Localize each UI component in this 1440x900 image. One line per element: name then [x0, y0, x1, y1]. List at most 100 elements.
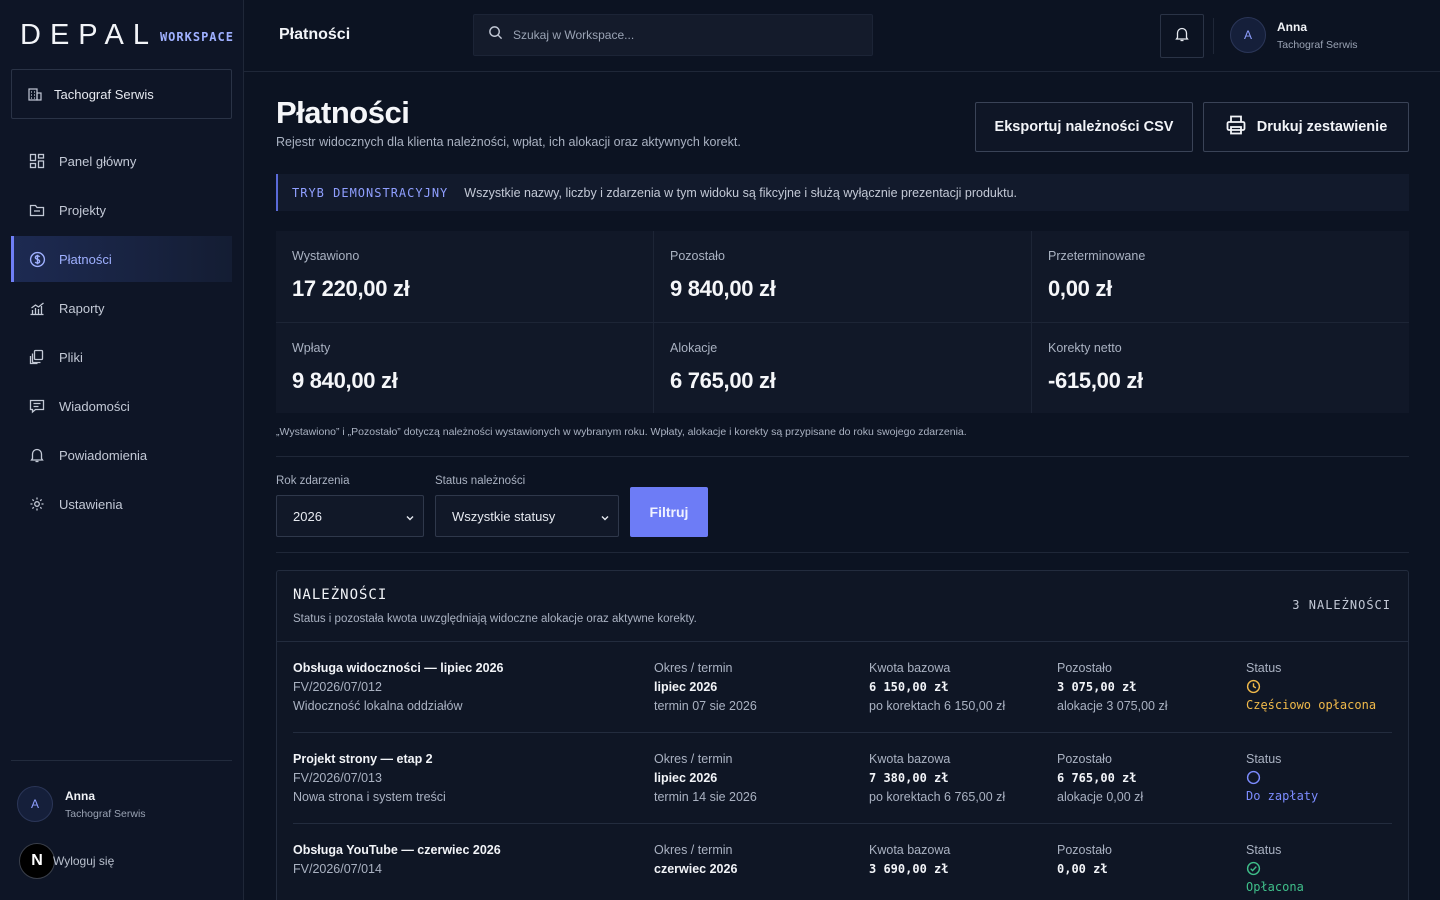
- invoice-number: FV/2026/07/012: [293, 680, 382, 694]
- divider: [276, 552, 1409, 553]
- year-filter-label: Rok zdarzenia: [276, 475, 350, 487]
- panel-title: NALEŻNOŚCI: [293, 587, 388, 603]
- avatar: A: [17, 786, 53, 822]
- status-badge: Do zapłaty: [1246, 789, 1319, 803]
- base-amount: 3 690,00 zł: [869, 862, 949, 876]
- period-cell: Okres / termin lipiec 2026 termin 07 sie…: [654, 659, 757, 716]
- stat-overdue: Przeterminowane 0,00 zł: [1032, 231, 1409, 322]
- status-select[interactable]: Wszystkie statusy: [435, 495, 619, 537]
- status-label: Status: [1246, 843, 1282, 857]
- sidebar-user[interactable]: A Anna Tachograf Serwis: [17, 786, 146, 822]
- tenant-switcher[interactable]: Tachograf Serwis: [11, 69, 232, 119]
- row-title-cell: Projekt strony — etap 2 FV/2026/07/013 N…: [293, 750, 446, 807]
- stat-remaining: Pozostało 9 840,00 zł: [654, 231, 1031, 322]
- sidebar-item-messages[interactable]: Wiadomości: [11, 383, 232, 429]
- folder-icon: [28, 201, 46, 219]
- dollar-icon: [28, 250, 46, 268]
- status-label: Status: [1246, 752, 1282, 766]
- stat-label: Alokacje: [670, 340, 718, 355]
- panel-header: NALEŻNOŚCI Status i pozostała kwota uwzg…: [277, 571, 1408, 642]
- filter-button[interactable]: Filtruj: [630, 487, 708, 537]
- base-amount: 7 380,00 zł: [869, 771, 949, 785]
- stat-label: Korekty netto: [1048, 340, 1122, 355]
- table-row[interactable]: Projekt strony — etap 2 FV/2026/07/013 N…: [293, 733, 1392, 824]
- printer-icon: [1225, 114, 1247, 140]
- sidebar: DEPAL WORKSPACE Tachograf Serwis Panel g…: [0, 0, 244, 900]
- status-badge: Opłacona: [1246, 880, 1304, 894]
- stat-payments: Wpłaty 9 840,00 zł: [276, 322, 653, 413]
- row-title-cell: Obsługa YouTube — czerwiec 2026 FV/2026/…: [293, 841, 501, 879]
- stat-value: -615,00 zł: [1048, 367, 1143, 393]
- after-corrections: po korektach 6 150,00 zł: [869, 699, 1006, 713]
- table-row[interactable]: Obsługa widoczności — lipiec 2026 FV/202…: [293, 642, 1392, 733]
- topbar-user-menu[interactable]: A Anna Tachograf Serwis: [1230, 17, 1358, 53]
- remaining-amount: 6 765,00 zł: [1057, 771, 1137, 785]
- search-input[interactable]: [513, 28, 853, 42]
- sidebar-item-label: Raporty: [59, 300, 105, 316]
- row-title[interactable]: Projekt strony — etap 2: [293, 750, 446, 769]
- user-org: Tachograf Serwis: [1277, 38, 1358, 51]
- status-cell: Status Opłacona: [1246, 841, 1304, 897]
- invoice-number: FV/2026/07/013: [293, 771, 382, 785]
- print-button[interactable]: Drukuj zestawienie: [1203, 102, 1409, 152]
- user-name: Anna: [65, 788, 95, 803]
- sidebar-item-payments[interactable]: Płatności: [11, 236, 232, 282]
- base-amount-cell: Kwota bazowa 3 690,00 zł: [869, 841, 950, 879]
- search-box[interactable]: [473, 14, 873, 56]
- dashboard-icon: [28, 152, 46, 170]
- panel-subtitle: Status i pozostała kwota uwzględniają wi…: [293, 613, 697, 625]
- export-label: Eksportuj należności CSV: [994, 119, 1174, 135]
- logout-link[interactable]: N Wyloguj się: [19, 843, 114, 879]
- year-select-value: 2026: [293, 508, 322, 524]
- sidebar-item-files[interactable]: Pliki: [11, 334, 232, 380]
- n-badge[interactable]: N: [19, 843, 55, 879]
- due-date: termin 14 sie 2026: [654, 790, 757, 804]
- remaining-amount: 0,00 zł: [1057, 862, 1108, 876]
- stat-value: 9 840,00 zł: [670, 276, 776, 301]
- print-label: Drukuj zestawienie: [1256, 119, 1388, 135]
- remaining-label: Pozostało: [1057, 661, 1112, 675]
- table-row[interactable]: Obsługa YouTube — czerwiec 2026 FV/2026/…: [293, 824, 1392, 900]
- chart-icon: [28, 299, 46, 317]
- sidebar-item-notifications[interactable]: Powiadomienia: [11, 432, 232, 478]
- page-title: Płatności: [276, 95, 410, 130]
- period-value: czerwiec 2026: [654, 862, 738, 876]
- gear-icon: [28, 495, 46, 513]
- bell-icon: [28, 446, 46, 464]
- sidebar-nav: Panel główny Projekty Płatności Raporty …: [11, 138, 232, 530]
- building-icon: [26, 85, 44, 103]
- allocations: alokacje 0,00 zł: [1057, 790, 1144, 804]
- stat-label: Przeterminowane: [1048, 249, 1146, 263]
- stat-label: Wpłaty: [292, 340, 331, 355]
- period-label: Okres / termin: [654, 843, 733, 857]
- sidebar-item-label: Pliki: [59, 349, 83, 365]
- export-csv-button[interactable]: Eksportuj należności CSV: [975, 102, 1193, 152]
- sidebar-item-settings[interactable]: Ustawienia: [11, 481, 232, 527]
- sidebar-item-reports[interactable]: Raporty: [11, 285, 232, 331]
- demo-tag: TRYB DEMONSTRACYJNY: [292, 185, 449, 200]
- sidebar-item-label: Panel główny: [59, 153, 137, 169]
- row-title[interactable]: Obsługa YouTube — czerwiec 2026: [293, 841, 501, 860]
- year-select[interactable]: 2026: [276, 495, 424, 537]
- receivables-panel: NALEŻNOŚCI Status i pozostała kwota uwzg…: [276, 570, 1409, 900]
- sidebar-item-label: Powiadomienia: [59, 447, 148, 463]
- allocations: alokacje 3 075,00 zł: [1057, 699, 1168, 713]
- demo-text: Wszystkie nazwy, liczby i zdarzenia w ty…: [464, 185, 1018, 200]
- circle-icon: [1246, 770, 1318, 787]
- row-title[interactable]: Obsługa widoczności — lipiec 2026: [293, 659, 503, 678]
- search-icon: [488, 25, 503, 45]
- status-filter-label: Status należności: [435, 475, 526, 487]
- brand-logo[interactable]: DEPAL WORKSPACE: [20, 20, 234, 50]
- files-icon: [28, 348, 46, 366]
- period-cell: Okres / termin czerwiec 2026: [654, 841, 737, 879]
- period-label: Okres / termin: [654, 661, 733, 675]
- sidebar-item-projects[interactable]: Projekty: [11, 187, 232, 233]
- row-title-cell: Obsługa widoczności — lipiec 2026 FV/202…: [293, 659, 503, 716]
- base-label: Kwota bazowa: [869, 661, 951, 675]
- sidebar-item-dashboard[interactable]: Panel główny: [11, 138, 232, 184]
- stats-note: „Wystawiono” i „Pozostało” dotyczą należ…: [276, 426, 967, 438]
- remaining-label: Pozostało: [1057, 843, 1112, 857]
- check-circle-icon: [1246, 861, 1304, 878]
- stat-label: Pozostało: [670, 249, 725, 263]
- notifications-button[interactable]: [1160, 14, 1204, 58]
